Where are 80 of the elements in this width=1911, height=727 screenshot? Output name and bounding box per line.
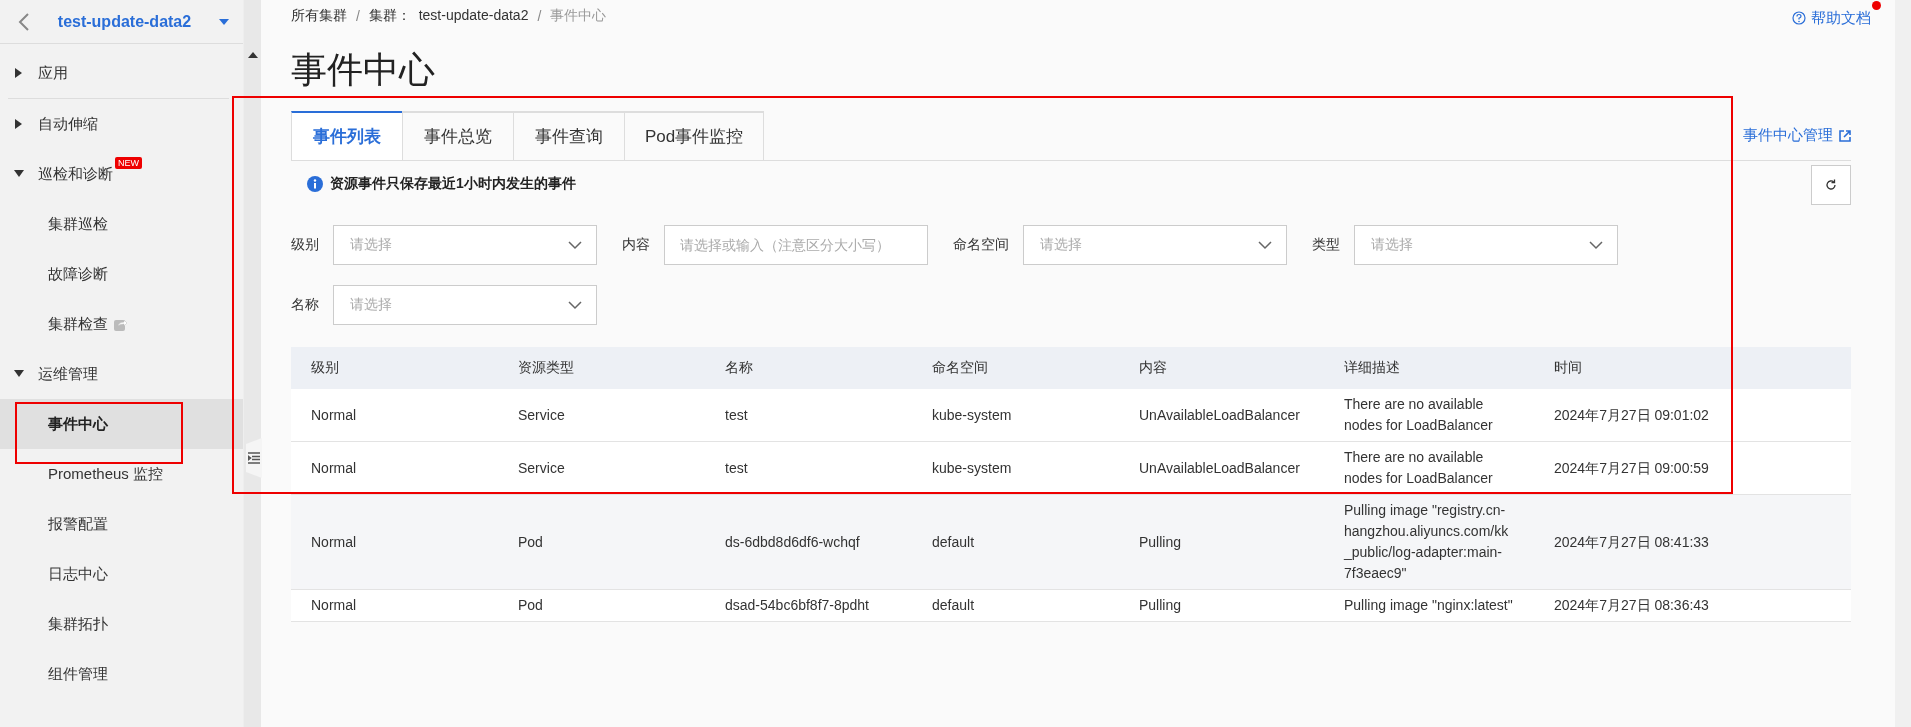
sidebar-group[interactable]: 应用	[38, 63, 68, 83]
table-cell: Pod	[498, 589, 705, 622]
tab[interactable]: 事件列表	[291, 111, 403, 161]
chevron-down-icon	[1589, 240, 1603, 250]
breadcrumb-link[interactable]: 所有集群	[291, 7, 347, 25]
refresh-button[interactable]	[1811, 165, 1851, 206]
column-header: 内容	[1119, 347, 1324, 390]
table-cell: Pulling image "registry.cn-hangzhou.aliyuncs.com/kk_public/log-adapter:main-7f3eaec9"	[1324, 494, 1534, 590]
filter-label: 级别	[291, 236, 319, 255]
help-icon	[1792, 11, 1806, 25]
table-cell: test	[705, 441, 912, 495]
table-cell: UnAvailableLoadBalancer	[1119, 389, 1324, 442]
help-link[interactable]: 帮助文档	[1792, 8, 1871, 28]
table-cell: default	[912, 494, 1119, 590]
sidebar-group[interactable]: 运维管理	[38, 364, 98, 384]
table-cell: test	[705, 389, 912, 442]
filter-label: 内容	[622, 236, 650, 255]
page-title: 事件中心	[291, 48, 436, 92]
table-cell: Normal	[291, 589, 498, 622]
column-header: 详细描述	[1324, 347, 1534, 390]
table-cell: Normal	[291, 441, 498, 495]
sidebar-item[interactable]: 集群拓扑	[0, 599, 243, 649]
table-cell: kube-system	[912, 389, 1119, 442]
sidebar-group[interactable]: 自动伸缩	[38, 114, 98, 134]
breadcrumb-separator: /	[537, 8, 542, 24]
collapse-handle[interactable]	[246, 438, 262, 478]
sidebar-item[interactable]: 集群巡检	[0, 199, 243, 249]
filter-label: 命名空间	[953, 236, 1009, 255]
table-cell: 2024年7月27日 08:36:43	[1534, 589, 1851, 622]
breadcrumb-separator: /	[356, 8, 360, 24]
table-cell: dsad-54bc6bf8f7-8pdht	[705, 589, 912, 622]
table-cell: UnAvailableLoadBalancer	[1119, 441, 1324, 495]
table-cell: Service	[498, 389, 705, 442]
back-icon	[18, 11, 30, 32]
table-cell: Normal	[291, 389, 498, 442]
table-cell: default	[912, 589, 1119, 622]
sidebar-group[interactable]: 巡检和诊断	[38, 164, 113, 184]
sidebar-item[interactable]: 日志中心	[0, 549, 243, 599]
input-field[interactable]: 请选择或输入（注意区分大小写）	[664, 225, 928, 266]
filter-label: 类型	[1312, 236, 1340, 255]
scroll-up-icon	[248, 52, 258, 58]
chevron-down-icon	[568, 300, 582, 310]
sidebar-item[interactable]: 集群检查	[0, 299, 243, 349]
table-cell: There are no available nodes for LoadBalancer	[1324, 441, 1534, 495]
chevron-down-icon	[568, 240, 582, 250]
table-cell: Pulling	[1119, 589, 1324, 622]
cluster-name[interactable]: test-update-data2	[44, 12, 205, 31]
new-badge: NEW	[115, 157, 142, 169]
table-cell: ds-6dbd8d6df6-wchqf	[705, 494, 912, 590]
breadcrumb-link[interactable]: 集群： test-update-data2	[368, 7, 529, 25]
chevron-down-icon	[1258, 240, 1272, 250]
sidebar-item[interactable]: 事件中心	[0, 399, 243, 449]
table-cell: Pod	[498, 494, 705, 590]
column-header: 名称	[705, 347, 912, 390]
manage-link[interactable]: 事件中心管理	[1743, 126, 1851, 146]
notice-text: 资源事件只保存最近1小时内发生的事件	[330, 175, 576, 194]
table-cell: Pulling image "nginx:latest"	[1324, 589, 1534, 622]
table-cell: Normal	[291, 494, 498, 590]
column-header: 资源类型	[498, 347, 705, 390]
table-cell: Pulling	[1119, 494, 1324, 590]
column-header: 命名空间	[912, 347, 1119, 390]
collapse-icon	[248, 452, 260, 464]
sidebar-item[interactable]: 故障诊断	[0, 249, 243, 299]
table-cell: 2024年7月27日 09:00:59	[1534, 441, 1851, 495]
caret-icon	[219, 18, 229, 25]
column-header: 时间	[1534, 347, 1851, 390]
sidebar-item[interactable]: Prometheus 监控	[0, 449, 243, 499]
table-cell: Service	[498, 441, 705, 495]
filter-label: 名称	[291, 296, 319, 315]
sidebar-item[interactable]: 报警配置	[0, 499, 243, 549]
info-icon	[307, 176, 323, 193]
column-header: 级别	[291, 347, 498, 390]
sidebar-item[interactable]: 组件管理	[0, 649, 243, 699]
table-cell: kube-system	[912, 441, 1119, 495]
tab[interactable]: Pod事件监控	[624, 111, 765, 161]
external-link-icon	[1839, 129, 1851, 142]
table-cell: 2024年7月27日 09:01:02	[1534, 389, 1851, 442]
table-cell: There are no available nodes for LoadBalancer	[1324, 389, 1534, 442]
table-cell: 2024年7月27日 08:41:33	[1534, 494, 1851, 590]
refresh-icon	[1825, 179, 1837, 192]
